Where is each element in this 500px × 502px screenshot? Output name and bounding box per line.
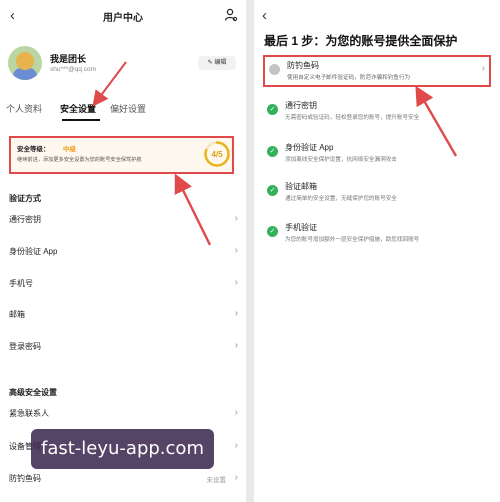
item-description: 通过简单的安全设置，无缝保护您的账号安全: [285, 196, 397, 202]
chevron-right-icon: ›: [234, 340, 238, 351]
tab-preferences[interactable]: 偏好设置: [110, 102, 146, 115]
active-tab-indicator: [62, 119, 100, 121]
row-label: 身份验证 App: [9, 247, 58, 256]
row-authenticator-app[interactable]: 身份验证 App ›: [9, 245, 240, 262]
item-description: 使用自定义电子邮件验证码，防范诈骗和钓鱼行为: [287, 75, 411, 81]
row-label: 邮箱: [9, 310, 25, 319]
user-center-screen: ‹ 用户中心 我是团长 shu***@qq.com ✎ 编辑 个人资料 安全设置…: [0, 0, 246, 502]
page-title: 用户中心: [103, 13, 143, 24]
feature-phone-verification[interactable]: ✓ 手机验证 为您的账号增加额外一层安全保护措施，助您找回账号: [264, 222, 496, 250]
item-title: 身份验证 App: [285, 143, 334, 152]
check-icon: ✓: [267, 185, 278, 196]
item-title: 验证邮箱: [285, 182, 317, 191]
top-bar: ‹ 用户中心: [0, 6, 246, 28]
person-settings-icon[interactable]: [224, 8, 238, 22]
verification-methods-heading: 验证方式: [9, 194, 41, 203]
row-label: 通行密钥: [9, 215, 41, 224]
watermark-banner: fast-leyu-app.com: [31, 429, 214, 469]
chevron-right-icon: ›: [234, 407, 238, 418]
edit-profile-button[interactable]: ✎ 编辑: [198, 56, 236, 70]
security-level-card[interactable]: 安全等级： 中级 继续前进，添加更多安全设置为您的账号安全保驾护航 4/5: [9, 136, 234, 174]
feature-authenticator-app[interactable]: ✓ 身份验证 App 添加离线安全保护设置，抗网络安全漏洞攻击: [264, 142, 496, 170]
row-label: 手机号: [9, 279, 33, 288]
item-description: 无需密码或验证码，轻松登录您的账号，提升账号安全: [285, 115, 420, 121]
item-title: 通行密钥: [285, 101, 317, 110]
security-level-description: 继续前进，添加更多安全设置为您的账号安全保驾护航: [17, 157, 142, 163]
feature-verify-email[interactable]: ✓ 验证邮箱 通过简单的安全设置，无缝保护您的账号安全: [264, 181, 496, 209]
feature-passkey[interactable]: ✓ 通行密钥 无需密码或验证码，轻松登录您的账号，提升账号安全: [264, 100, 496, 128]
pending-check-icon: [269, 64, 280, 75]
item-title: 手机验证: [285, 223, 317, 232]
row-login-password[interactable]: 登录密码 ›: [9, 340, 240, 357]
page-title: 最后 1 步：为您的账号提供全面保护: [264, 34, 458, 48]
chevron-right-icon: ›: [234, 213, 238, 224]
row-anti-phishing-code[interactable]: 防钓鱼码 未设置 ›: [9, 472, 240, 489]
chevron-right-icon: ›: [234, 308, 238, 319]
row-passkey[interactable]: 通行密钥 ›: [9, 213, 240, 230]
row-label: 紧急联系人: [9, 409, 49, 418]
check-icon: ✓: [267, 104, 278, 115]
row-label: 登录密码: [9, 342, 41, 351]
check-icon: ✓: [267, 146, 278, 157]
row-phone[interactable]: 手机号 ›: [9, 277, 240, 294]
back-chevron-icon[interactable]: ‹: [262, 7, 267, 24]
advanced-security-heading: 高级安全设置: [9, 388, 57, 397]
tab-security[interactable]: 安全设置: [60, 102, 96, 115]
security-level-label: 安全等级：: [17, 146, 50, 153]
username: 我是团长: [50, 54, 87, 64]
chevron-right-icon: ›: [234, 472, 238, 483]
row-email[interactable]: 邮箱 ›: [9, 308, 240, 325]
avatar[interactable]: [8, 46, 42, 80]
item-title: 防钓鱼码: [287, 61, 319, 70]
security-score: 4/5: [211, 150, 223, 159]
settings-tabs: 个人资料 安全设置 偏好设置: [6, 102, 236, 122]
check-icon: ✓: [267, 226, 278, 237]
row-label: 防钓鱼码: [9, 474, 41, 483]
chevron-right-icon: ›: [234, 245, 238, 256]
chevron-right-icon: ›: [234, 440, 238, 451]
anti-phishing-code-item[interactable]: 防钓鱼码 使用自定义电子邮件验证码，防范诈骗和钓鱼行为 ›: [263, 55, 491, 87]
security-level-value: 中级: [63, 146, 76, 153]
row-emergency-contact[interactable]: 紧急联系人 ›: [9, 407, 240, 424]
protection-steps-screen: ‹ 最后 1 步：为您的账号提供全面保护 防钓鱼码 使用自定义电子邮件验证码，防…: [254, 0, 500, 502]
chevron-right-icon: ›: [481, 63, 485, 74]
item-description: 添加离线安全保护设置，抗网络安全漏洞攻击: [285, 157, 397, 163]
tab-profile[interactable]: 个人资料: [6, 102, 42, 115]
row-value: 未设置: [206, 477, 227, 484]
item-description: 为您的账号增加额外一层安全保护措施，助您找回账号: [285, 237, 420, 243]
user-email: shu***@qq.com: [50, 66, 96, 73]
chevron-right-icon: ›: [234, 277, 238, 288]
